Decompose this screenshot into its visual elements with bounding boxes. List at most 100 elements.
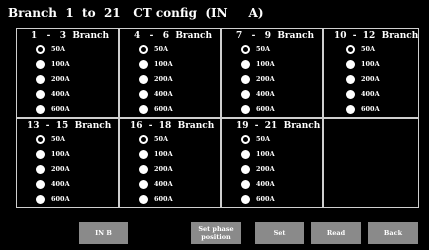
- option-100a[interactable]: 100A: [241, 57, 275, 71]
- option-label: 50A: [154, 135, 169, 143]
- option-label: 400A: [154, 90, 173, 98]
- radio-icon[interactable]: [241, 74, 250, 84]
- branch-group-7-9: 7 - 9 Branch 50A 100A 200A 400A 600A: [221, 28, 323, 118]
- option-label: 600A: [51, 105, 70, 113]
- option-label: 400A: [256, 180, 275, 188]
- radio-icon[interactable]: [139, 89, 148, 99]
- option-200a[interactable]: 200A: [139, 72, 173, 86]
- radio-icon[interactable]: [346, 59, 355, 69]
- option-label: 400A: [51, 90, 70, 98]
- option-600a[interactable]: 600A: [139, 192, 173, 206]
- option-400a[interactable]: 400A: [241, 87, 275, 101]
- option-label: 100A: [154, 150, 173, 158]
- option-600a[interactable]: 600A: [36, 102, 70, 116]
- radio-icon[interactable]: [36, 194, 45, 204]
- radio-icon[interactable]: [139, 59, 148, 69]
- option-600a[interactable]: 600A: [241, 192, 275, 206]
- radio-icon[interactable]: [139, 164, 148, 174]
- radio-icon[interactable]: [36, 164, 45, 174]
- radio-icon[interactable]: [36, 149, 45, 159]
- option-label: 100A: [154, 60, 173, 68]
- option-100a[interactable]: 100A: [346, 57, 380, 71]
- radio-icon[interactable]: [241, 104, 250, 114]
- radio-icon[interactable]: [241, 59, 250, 69]
- radio-icon[interactable]: [139, 194, 148, 204]
- option-label: 600A: [154, 195, 173, 203]
- option-50a[interactable]: 50A: [346, 42, 375, 56]
- option-400a[interactable]: 400A: [241, 177, 275, 191]
- option-label: 200A: [154, 165, 173, 173]
- radio-selected-icon[interactable]: [241, 44, 250, 54]
- option-200a[interactable]: 200A: [36, 72, 70, 86]
- option-label: 200A: [154, 75, 173, 83]
- radio-selected-icon[interactable]: [36, 134, 45, 144]
- radio-icon[interactable]: [139, 74, 148, 84]
- option-100a[interactable]: 100A: [139, 147, 173, 161]
- option-label: 400A: [154, 180, 173, 188]
- option-400a[interactable]: 400A: [36, 87, 70, 101]
- radio-icon[interactable]: [139, 149, 148, 159]
- option-label: 50A: [51, 135, 66, 143]
- option-400a[interactable]: 400A: [139, 177, 173, 191]
- radio-icon[interactable]: [241, 164, 250, 174]
- option-200a[interactable]: 200A: [241, 162, 275, 176]
- radio-icon[interactable]: [241, 149, 250, 159]
- read-button[interactable]: Read: [311, 222, 361, 244]
- option-50a[interactable]: 50A: [241, 132, 270, 146]
- in-b-button[interactable]: IN B: [79, 222, 128, 244]
- radio-icon[interactable]: [346, 89, 355, 99]
- radio-icon[interactable]: [139, 104, 148, 114]
- branch-group-label: 1 - 3 Branch: [31, 31, 110, 41]
- radio-selected-icon[interactable]: [241, 134, 250, 144]
- set-button[interactable]: Set: [255, 222, 304, 244]
- option-600a[interactable]: 600A: [346, 102, 380, 116]
- radio-icon[interactable]: [36, 74, 45, 84]
- radio-selected-icon[interactable]: [139, 134, 148, 144]
- option-100a[interactable]: 100A: [36, 147, 70, 161]
- radio-icon[interactable]: [139, 179, 148, 189]
- option-600a[interactable]: 600A: [139, 102, 173, 116]
- option-200a[interactable]: 200A: [36, 162, 70, 176]
- option-50a[interactable]: 50A: [36, 132, 65, 146]
- option-600a[interactable]: 600A: [36, 192, 70, 206]
- radio-icon[interactable]: [36, 179, 45, 189]
- option-50a[interactable]: 50A: [241, 42, 270, 56]
- option-400a[interactable]: 400A: [346, 87, 380, 101]
- radio-icon[interactable]: [241, 179, 250, 189]
- set-phase-position-button[interactable]: Set phase position: [191, 222, 241, 244]
- branch-group-label: 16 - 18 Branch: [130, 121, 215, 131]
- radio-icon[interactable]: [36, 89, 45, 99]
- option-100a[interactable]: 100A: [36, 57, 70, 71]
- option-50a[interactable]: 50A: [139, 132, 168, 146]
- radio-icon[interactable]: [36, 104, 45, 114]
- option-label: 100A: [51, 60, 70, 68]
- branch-group-13-15: 13 - 15 Branch 50A 100A 200A 400A 600A: [16, 118, 119, 208]
- back-button[interactable]: Back: [368, 222, 418, 244]
- branch-group-label: 13 - 15 Branch: [27, 121, 112, 131]
- option-100a[interactable]: 100A: [139, 57, 173, 71]
- option-50a[interactable]: 50A: [36, 42, 65, 56]
- radio-icon[interactable]: [36, 59, 45, 69]
- radio-selected-icon[interactable]: [36, 44, 45, 54]
- option-400a[interactable]: 400A: [139, 87, 173, 101]
- option-200a[interactable]: 200A: [346, 72, 380, 86]
- option-label: 50A: [51, 45, 66, 53]
- option-200a[interactable]: 200A: [139, 162, 173, 176]
- radio-selected-icon[interactable]: [346, 44, 355, 54]
- option-100a[interactable]: 100A: [241, 147, 275, 161]
- radio-icon[interactable]: [241, 89, 250, 99]
- option-600a[interactable]: 600A: [241, 102, 275, 116]
- option-400a[interactable]: 400A: [36, 177, 70, 191]
- radio-icon[interactable]: [346, 74, 355, 84]
- option-label: 600A: [51, 195, 70, 203]
- branch-group-empty: [323, 118, 419, 208]
- option-label: 50A: [361, 45, 376, 53]
- option-label: 100A: [361, 60, 380, 68]
- option-200a[interactable]: 200A: [241, 72, 275, 86]
- radio-selected-icon[interactable]: [139, 44, 148, 54]
- option-50a[interactable]: 50A: [139, 42, 168, 56]
- branch-group-1-3: 1 - 3 Branch 50A 100A 200A 400A 600A: [16, 28, 119, 118]
- option-label: 200A: [256, 75, 275, 83]
- radio-icon[interactable]: [241, 194, 250, 204]
- radio-icon[interactable]: [346, 104, 355, 114]
